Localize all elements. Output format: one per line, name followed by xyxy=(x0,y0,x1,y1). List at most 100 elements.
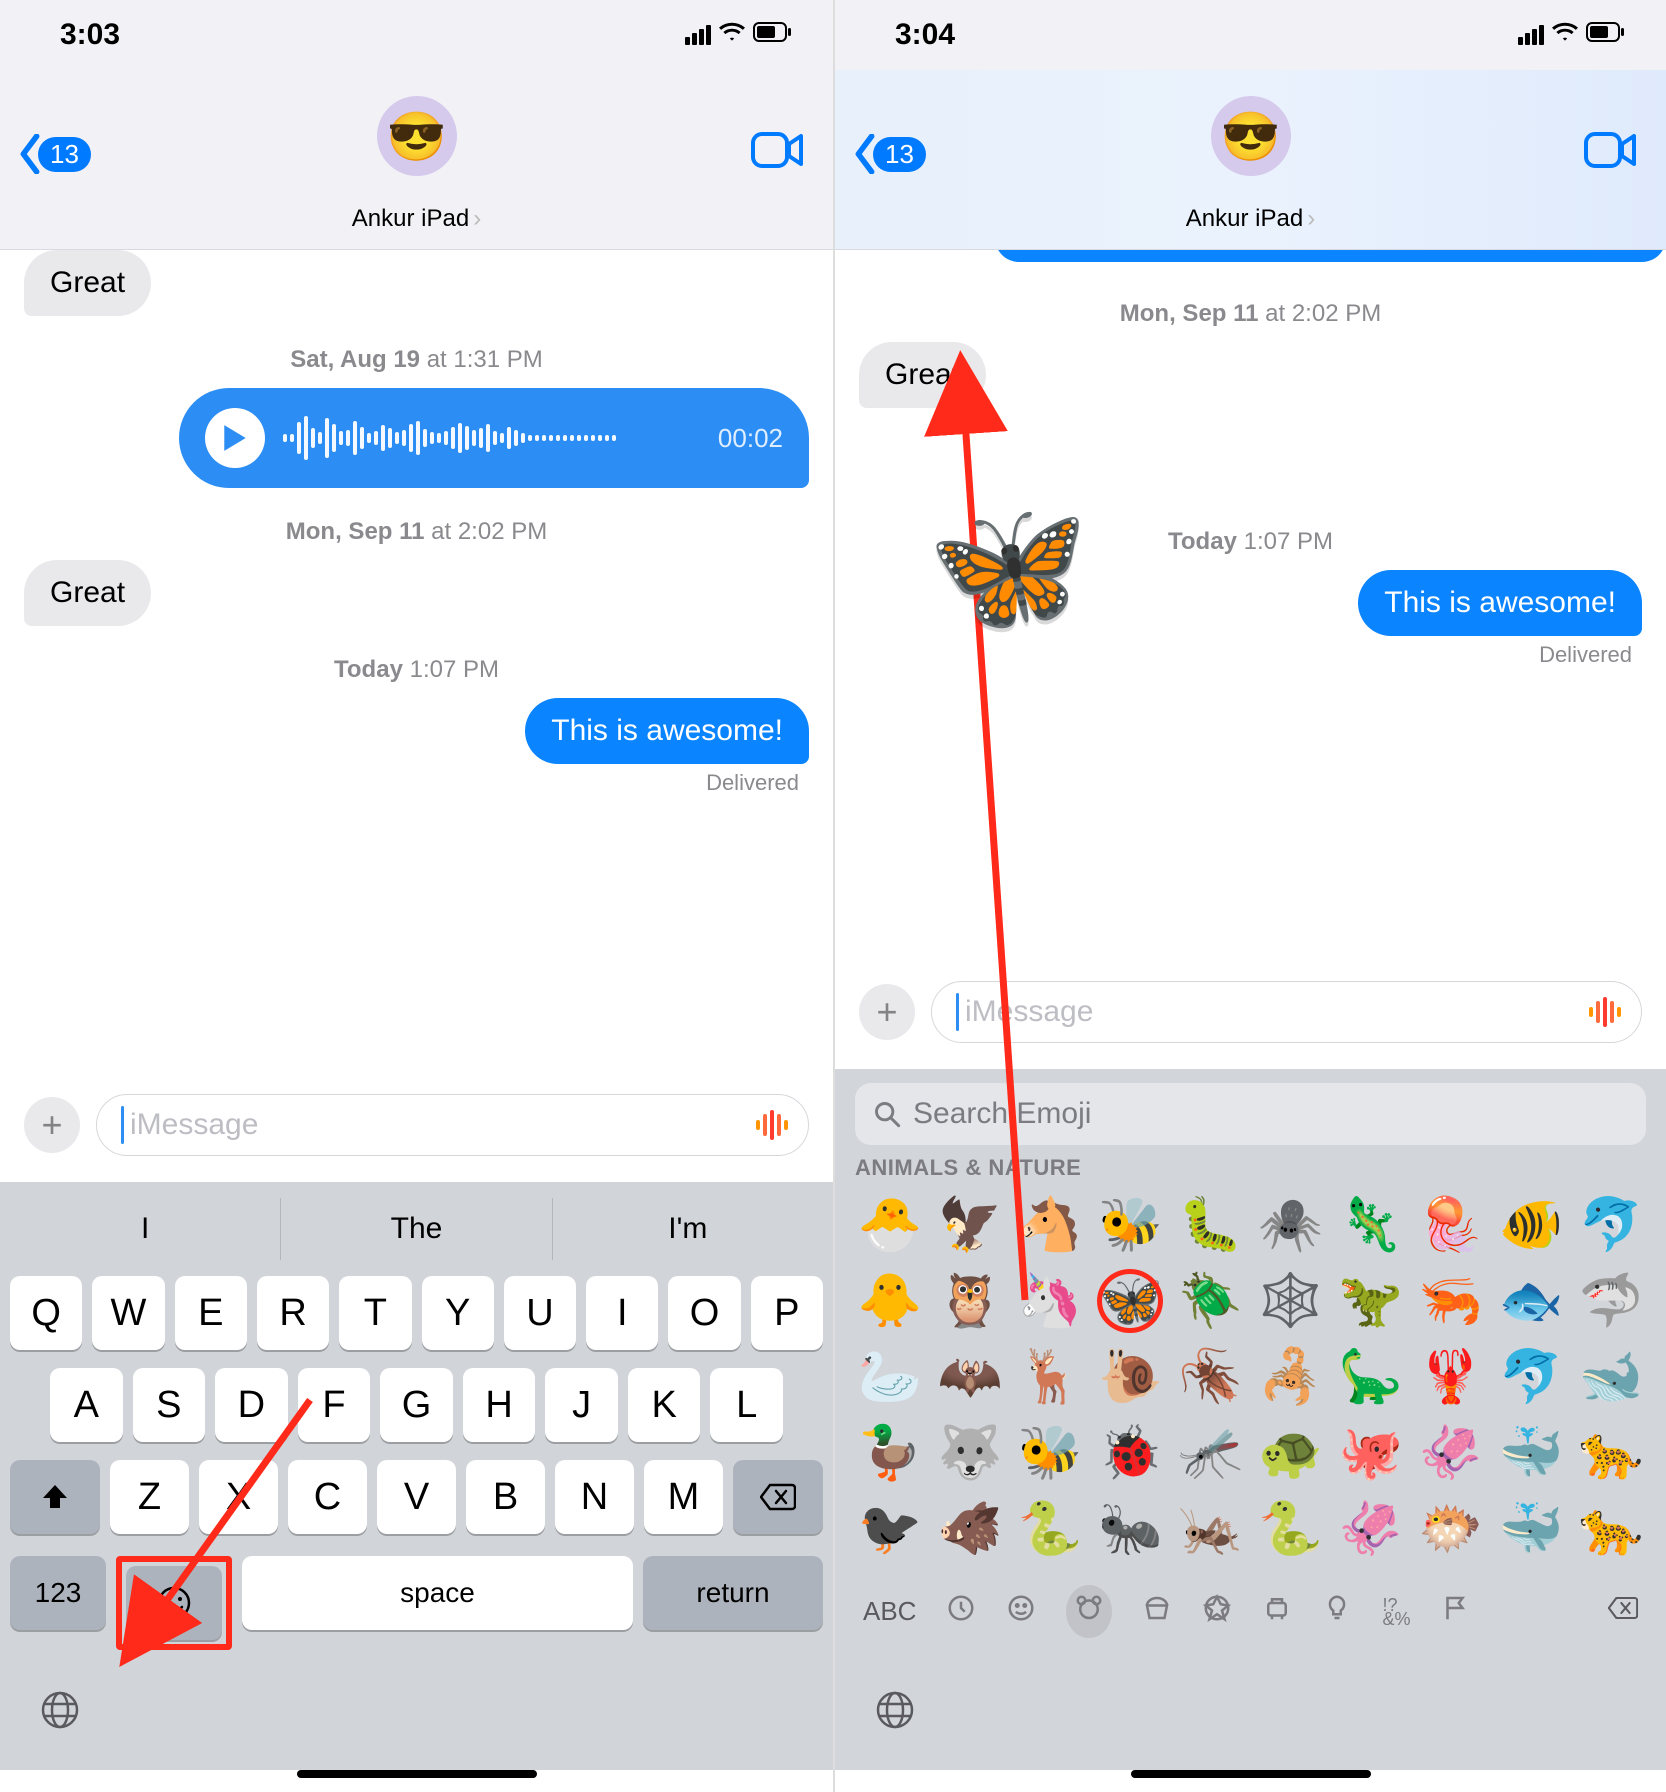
facetime-button[interactable] xyxy=(1584,130,1636,175)
symbols-emoji-tab[interactable]: !?&% xyxy=(1382,1598,1410,1626)
key-u[interactable]: U xyxy=(504,1276,576,1350)
contact-avatar[interactable]: 😎 xyxy=(1211,96,1291,176)
emoji-cell[interactable]: 🦕 xyxy=(1332,1339,1410,1415)
key-o[interactable]: O xyxy=(668,1276,740,1350)
emoji-cell[interactable]: 🐥 xyxy=(851,1263,929,1339)
back-button[interactable]: 13 xyxy=(853,134,926,174)
emoji-cell[interactable]: 🦟 xyxy=(1171,1415,1249,1491)
key-c[interactable]: C xyxy=(288,1460,367,1534)
shift-key[interactable] xyxy=(10,1460,100,1534)
home-indicator[interactable] xyxy=(297,1770,537,1778)
key-d[interactable]: D xyxy=(215,1368,288,1442)
emoji-cell[interactable]: 🐞 xyxy=(1091,1415,1169,1491)
emoji-cell[interactable]: 🐝 xyxy=(1011,1415,1089,1491)
numbers-key[interactable]: 123 xyxy=(10,1556,106,1630)
emoji-cell[interactable]: 🐆 xyxy=(1572,1491,1650,1567)
message-received[interactable]: Great xyxy=(24,560,151,626)
key-m[interactable]: M xyxy=(644,1460,723,1534)
return-key[interactable]: return xyxy=(643,1556,823,1630)
emoji-cell[interactable]: 🐆 xyxy=(1572,1415,1650,1491)
suggestion[interactable]: I xyxy=(10,1198,280,1260)
contact-avatar[interactable]: 😎 xyxy=(377,96,457,176)
emoji-cell[interactable]: 🐡 xyxy=(1412,1491,1490,1567)
emoji-cell[interactable]: 🐺 xyxy=(931,1415,1009,1491)
emoji-cell[interactable]: 🦈 xyxy=(1572,1263,1650,1339)
smileys-emoji-tab[interactable] xyxy=(1006,1593,1036,1630)
home-indicator[interactable] xyxy=(1131,1770,1371,1778)
emoji-cell[interactable]: 🐬 xyxy=(1492,1339,1570,1415)
key-y[interactable]: Y xyxy=(422,1276,494,1350)
key-w[interactable]: W xyxy=(92,1276,164,1350)
message-received[interactable]: Great xyxy=(24,250,151,316)
emoji-cell[interactable]: 🦇 xyxy=(931,1339,1009,1415)
message-received[interactable]: Great xyxy=(859,342,986,408)
message-input[interactable]: iMessage xyxy=(931,981,1642,1043)
messages-area[interactable]: Mon, Sep 11 at 2:02 PM Great 🦋 Today 1:0… xyxy=(835,250,1666,961)
abc-keyboard-button[interactable]: ABC xyxy=(863,1596,916,1627)
emoji-cell[interactable]: 🦆 xyxy=(851,1415,929,1491)
emoji-cell[interactable]: 🦞 xyxy=(1412,1339,1490,1415)
emoji-cell[interactable]: 🐝 xyxy=(1091,1187,1169,1263)
emoji-cell[interactable]: 🪳 xyxy=(1171,1339,1249,1415)
dictation-icon[interactable] xyxy=(756,1110,788,1140)
contact-name[interactable]: Ankur iPad› xyxy=(1186,205,1315,233)
key-t[interactable]: T xyxy=(339,1276,411,1350)
key-z[interactable]: Z xyxy=(110,1460,189,1534)
key-x[interactable]: X xyxy=(199,1460,278,1534)
emoji-cell[interactable]: 🦎 xyxy=(1332,1187,1410,1263)
key-l[interactable]: L xyxy=(710,1368,783,1442)
audio-message[interactable]: 00:02 xyxy=(179,388,809,488)
emoji-cell[interactable]: 🕸️ xyxy=(1251,1263,1329,1339)
add-attachment-button[interactable]: + xyxy=(24,1097,80,1153)
emoji-cell[interactable]: 🐳 xyxy=(1492,1491,1570,1567)
suggestion[interactable]: I'm xyxy=(552,1198,823,1260)
emoji-cell[interactable]: 🦖 xyxy=(1332,1263,1410,1339)
backspace-key[interactable] xyxy=(733,1460,823,1534)
recent-emoji-tab[interactable] xyxy=(946,1593,976,1630)
emoji-cell[interactable]: 🐦‍⬛ xyxy=(851,1491,929,1567)
emoji-cell[interactable]: 🪲 xyxy=(1171,1263,1249,1339)
flags-emoji-tab[interactable] xyxy=(1440,1593,1470,1630)
key-r[interactable]: R xyxy=(257,1276,329,1350)
emoji-cell[interactable]: 🐍 xyxy=(1011,1491,1089,1567)
emoji-cell[interactable]: 🐬 xyxy=(1572,1187,1650,1263)
key-g[interactable]: G xyxy=(380,1368,453,1442)
key-p[interactable]: P xyxy=(751,1276,823,1350)
animals-emoji-tab[interactable] xyxy=(1066,1585,1112,1638)
key-i[interactable]: I xyxy=(586,1276,658,1350)
emoji-cell[interactable]: 🦂 xyxy=(1251,1339,1329,1415)
key-h[interactable]: H xyxy=(463,1368,536,1442)
suggestion[interactable]: The xyxy=(280,1198,551,1260)
key-f[interactable]: F xyxy=(298,1368,371,1442)
emoji-cell[interactable]: 🐋 xyxy=(1572,1339,1650,1415)
emoji-cell[interactable]: 🦅 xyxy=(931,1187,1009,1263)
backspace-key[interactable] xyxy=(1608,1593,1638,1630)
globe-icon[interactable] xyxy=(40,1690,80,1740)
back-button[interactable]: 13 xyxy=(18,134,91,174)
emoji-cell[interactable]: 🐠 xyxy=(1492,1187,1570,1263)
emoji-cell[interactable]: 🐴 xyxy=(1011,1187,1089,1263)
emoji-cell[interactable]: 🦄 xyxy=(1011,1263,1089,1339)
emoji-cell[interactable]: 🦢 xyxy=(851,1339,929,1415)
key-e[interactable]: E xyxy=(175,1276,247,1350)
contact-name[interactable]: Ankur iPad› xyxy=(352,205,481,233)
emoji-cell[interactable]: 🦌 xyxy=(1011,1339,1089,1415)
emoji-search-input[interactable]: Search Emoji xyxy=(855,1083,1646,1145)
food-emoji-tab[interactable] xyxy=(1142,1593,1172,1630)
key-s[interactable]: S xyxy=(133,1368,206,1442)
emoji-cell[interactable]: 🐌 xyxy=(1091,1339,1169,1415)
key-n[interactable]: N xyxy=(555,1460,634,1534)
key-j[interactable]: J xyxy=(545,1368,618,1442)
play-icon[interactable] xyxy=(205,408,265,468)
emoji-cell[interactable]: 🐣 xyxy=(851,1187,929,1263)
objects-emoji-tab[interactable] xyxy=(1322,1593,1352,1630)
emoji-cell[interactable]: 🪼 xyxy=(1412,1187,1490,1263)
emoji-cell[interactable]: 🐳 xyxy=(1492,1415,1570,1491)
key-a[interactable]: A xyxy=(50,1368,123,1442)
message-sent[interactable]: This is awesome! xyxy=(525,698,809,764)
emoji-cell[interactable]: 🐢 xyxy=(1251,1415,1329,1491)
butterfly-sticker[interactable]: 🦋 xyxy=(927,490,1089,643)
activity-emoji-tab[interactable] xyxy=(1202,1593,1232,1630)
emoji-cell[interactable]: 🐛 xyxy=(1171,1187,1249,1263)
emoji-cell[interactable]: 🐍 xyxy=(1251,1491,1329,1567)
